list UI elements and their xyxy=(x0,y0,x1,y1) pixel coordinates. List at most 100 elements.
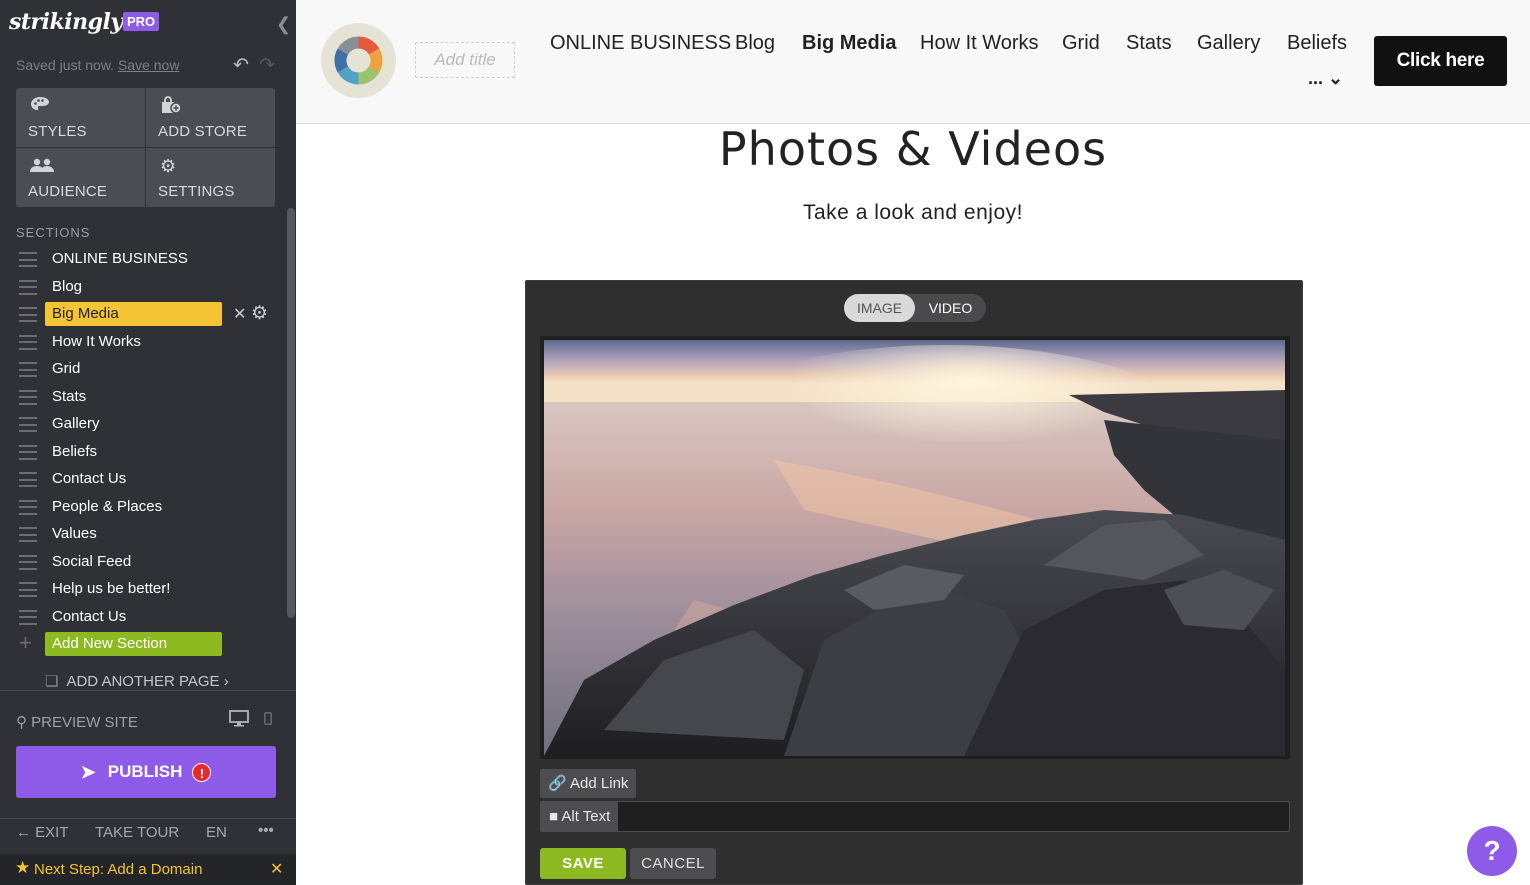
cancel-button[interactable]: CANCEL xyxy=(630,848,716,879)
chevron-down-icon: ⌄ xyxy=(1328,68,1344,88)
video-tab[interactable]: VIDEO xyxy=(915,294,986,322)
section-item[interactable]: Social Feed xyxy=(0,549,286,577)
publish-button[interactable]: ➤ PUBLISH ! xyxy=(16,746,276,798)
nav-item-blog[interactable]: Blog xyxy=(735,32,775,55)
plus-icon: + xyxy=(19,630,32,655)
add-new-section-label[interactable]: Add New Section xyxy=(45,632,222,656)
section-label[interactable]: Contact Us xyxy=(45,605,222,629)
help-button[interactable]: ? xyxy=(1467,826,1517,876)
publish-label: PUBLISH xyxy=(107,762,183,781)
section-item[interactable]: How It Works xyxy=(0,329,286,357)
gear-icon: ⚙ xyxy=(160,156,177,176)
preview-site-button[interactable]: ⚲ PREVIEW SITE xyxy=(16,713,138,731)
take-tour-button[interactable]: TAKE TOUR xyxy=(95,824,179,841)
section-item[interactable]: Values xyxy=(0,521,286,549)
nav-more-dropdown[interactable]: ... ⌄ xyxy=(1308,68,1343,89)
drag-handle-icon[interactable] xyxy=(19,252,37,267)
photo-frame[interactable] xyxy=(540,336,1290,759)
section-label[interactable]: Contact Us xyxy=(45,467,222,491)
settings-tile[interactable]: ⚙ SETTINGS xyxy=(146,148,275,207)
save-now-link[interactable]: Save now xyxy=(118,57,179,73)
section-item[interactable]: Contact Us xyxy=(0,604,286,632)
section-label[interactable]: Values xyxy=(45,522,222,546)
section-item-active[interactable]: Big Media ✕ ⚙ xyxy=(0,301,286,329)
nav-item-big-media[interactable]: Big Media xyxy=(802,32,896,55)
close-icon[interactable]: ✕ xyxy=(270,859,283,879)
nav-item-online-business[interactable]: ONLINE BUSINESS xyxy=(550,32,731,55)
drag-handle-icon[interactable] xyxy=(19,279,37,295)
section-settings-gear-icon[interactable]: ⚙ xyxy=(251,302,268,325)
undo-icon[interactable]: ↶ xyxy=(233,54,249,77)
styles-tile[interactable]: STYLES xyxy=(16,88,145,147)
media-editor-panel: IMAGE VIDEO 🔗 Add Link ■ Alt Text SAVE C… xyxy=(525,280,1303,885)
nav-item-gallery[interactable]: Gallery xyxy=(1197,32,1260,55)
drag-handle-icon[interactable] xyxy=(19,554,37,570)
section-title[interactable]: Photos & Videos xyxy=(296,122,1530,176)
site-logo[interactable] xyxy=(321,23,396,98)
audience-tile[interactable]: AUDIENCE xyxy=(16,148,145,207)
drag-handle-icon[interactable] xyxy=(19,609,37,625)
pro-badge: PRO xyxy=(123,12,160,31)
media-type-toggle: IMAGE VIDEO xyxy=(844,294,986,322)
more-options-button[interactable]: ••• xyxy=(258,822,274,839)
section-label[interactable]: How It Works xyxy=(45,330,222,354)
drag-handle-icon[interactable] xyxy=(19,417,37,432)
drag-handle-icon[interactable] xyxy=(19,582,37,597)
section-item[interactable]: Gallery xyxy=(0,411,286,439)
add-store-tile[interactable]: ADD STORE xyxy=(146,88,275,147)
language-button[interactable]: EN xyxy=(206,824,227,841)
section-item[interactable]: ONLINE BUSINESS xyxy=(0,246,286,274)
nav-item-grid[interactable]: Grid xyxy=(1062,32,1100,55)
cta-button[interactable]: Click here xyxy=(1374,36,1507,86)
section-label[interactable]: People & Places xyxy=(45,495,222,519)
drag-handle-icon[interactable] xyxy=(19,334,37,350)
section-label[interactable]: Blog xyxy=(45,275,222,299)
alt-text-input[interactable] xyxy=(627,802,1287,831)
drag-handle-icon[interactable] xyxy=(19,444,37,460)
section-item[interactable]: Stats xyxy=(0,384,286,412)
nav-item-how-it-works[interactable]: How It Works xyxy=(920,32,1039,55)
exit-button[interactable]: ← EXIT xyxy=(16,824,69,841)
sidebar-scrollbar[interactable] xyxy=(287,208,295,618)
save-button[interactable]: SAVE xyxy=(540,848,626,879)
photo-preview[interactable] xyxy=(544,340,1285,756)
section-label[interactable]: Gallery xyxy=(45,412,222,436)
section-item[interactable]: Grid xyxy=(0,356,286,384)
section-subtitle[interactable]: Take a look and enjoy! xyxy=(296,201,1530,225)
section-item[interactable]: People & Places xyxy=(0,494,286,522)
collapse-sidebar-icon[interactable]: ❮ xyxy=(276,14,291,35)
section-item[interactable]: Blog xyxy=(0,274,286,302)
drag-handle-icon[interactable] xyxy=(19,499,37,515)
next-step-bar[interactable]: ★ Next Step: Add a Domain ✕ xyxy=(0,854,296,885)
section-item[interactable]: Contact Us xyxy=(0,466,286,494)
add-link-button[interactable]: 🔗 Add Link xyxy=(540,769,637,798)
drag-handle-icon[interactable] xyxy=(19,472,37,487)
section-item[interactable]: Help us be better! xyxy=(0,576,286,604)
add-new-section-button[interactable]: + Add New Section xyxy=(0,631,286,659)
drag-handle-icon[interactable] xyxy=(19,362,37,377)
add-another-page-button[interactable]: ❏ ADD ANOTHER PAGE › xyxy=(45,672,229,690)
next-step-label[interactable]: Next Step: Add a Domain xyxy=(34,861,202,878)
nav-item-stats[interactable]: Stats xyxy=(1126,32,1172,55)
section-label[interactable]: Help us be better! xyxy=(45,577,222,601)
section-item[interactable]: Beliefs xyxy=(0,439,286,467)
mobile-preview-icon[interactable] xyxy=(264,712,272,728)
delete-section-icon[interactable]: ✕ xyxy=(233,304,246,324)
nav-item-beliefs[interactable]: Beliefs xyxy=(1287,32,1347,55)
section-label[interactable]: Grid xyxy=(45,357,222,381)
add-title-placeholder[interactable]: Add title xyxy=(415,42,515,78)
drag-handle-icon[interactable] xyxy=(19,389,37,405)
drag-handle-icon[interactable] xyxy=(19,527,37,542)
section-label[interactable]: ONLINE BUSINESS xyxy=(45,247,222,271)
drag-handle-icon[interactable] xyxy=(19,307,37,322)
redo-icon[interactable]: ↷ xyxy=(259,54,275,77)
section-label[interactable]: Social Feed xyxy=(45,550,222,574)
desktop-preview-icon[interactable] xyxy=(229,710,249,732)
image-tab[interactable]: IMAGE xyxy=(844,294,915,322)
section-label[interactable]: Beliefs xyxy=(45,440,222,464)
comment-icon: ■ xyxy=(549,808,559,825)
section-label[interactable]: Big Media xyxy=(45,302,222,326)
section-label[interactable]: Stats xyxy=(45,385,222,409)
strikingly-logo[interactable]: strikingly xyxy=(9,9,123,35)
add-store-label: ADD STORE xyxy=(158,123,248,140)
